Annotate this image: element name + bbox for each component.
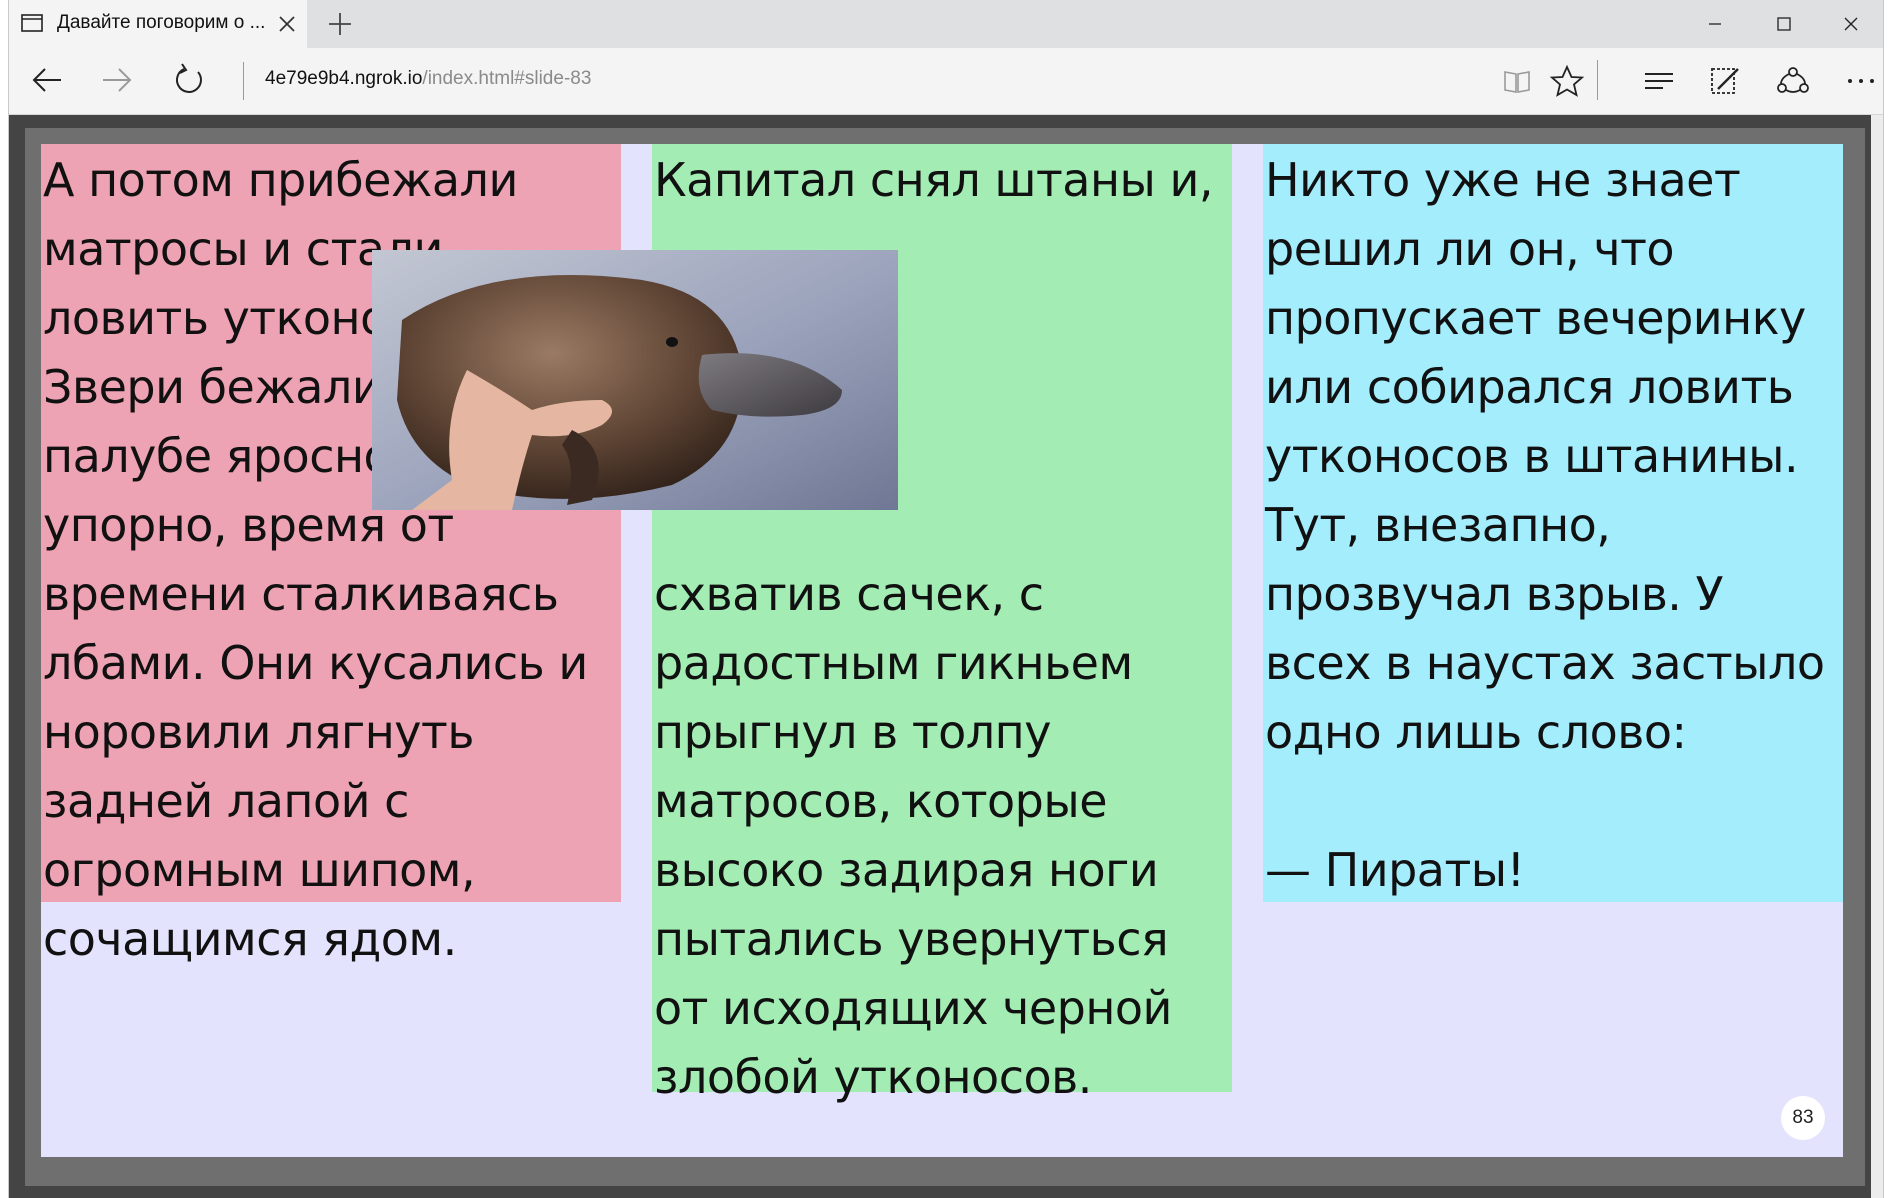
page-icon [21, 14, 43, 32]
close-tab-icon[interactable] [275, 12, 299, 36]
reading-view-icon[interactable] [1497, 62, 1537, 100]
slide-number: 83 [1781, 1096, 1825, 1140]
hub-icon[interactable] [1639, 62, 1679, 100]
toolbar-divider [1597, 60, 1598, 100]
column-2-top-text: Капитал снял штаны и, [654, 153, 1214, 207]
new-tab-icon[interactable] [327, 11, 353, 37]
favorite-star-icon[interactable] [1547, 62, 1587, 100]
address-field[interactable]: 4e79e9b4.ngrok.io/index.html#slide-83 [265, 68, 591, 90]
slide: А потом прибежали матросы и стали ловить… [41, 144, 1843, 1157]
back-arrow-icon[interactable] [27, 62, 67, 98]
page-viewport: А потом прибежали матросы и стали ловить… [9, 115, 1871, 1198]
platypus-photo [372, 250, 898, 510]
story-column-3: Никто уже не знает решил ли он, что проп… [1263, 144, 1843, 902]
active-tab[interactable]: Давайте поговорим о ... [9, 0, 307, 48]
maximize-icon[interactable] [1750, 0, 1818, 48]
address-toolbar: 4e79e9b4.ngrok.io/index.html#slide-83 [9, 48, 1883, 115]
tab-title: Давайте поговорим о ... [57, 12, 266, 33]
share-icon[interactable] [1773, 62, 1813, 100]
vertical-scrollbar[interactable] [1871, 115, 1883, 1198]
web-note-icon[interactable] [1704, 62, 1744, 100]
column-3-exclamation: — Пираты! [1265, 843, 1525, 897]
forward-arrow-icon[interactable] [97, 62, 137, 98]
address-path: /index.html#slide-83 [422, 68, 592, 89]
minimize-icon[interactable] [1681, 0, 1749, 48]
column-2-bottom-text: схватив сачек, с радостным гикньем прыгн… [654, 567, 1172, 1104]
window-close-icon[interactable] [1817, 0, 1885, 48]
tab-bar: Давайте поговорим о ... [9, 0, 1883, 48]
refresh-icon[interactable] [169, 62, 209, 98]
slide-frame: А потом прибежали матросы и стали ловить… [25, 128, 1865, 1186]
address-divider [243, 62, 244, 100]
address-host: 4e79e9b4.ngrok.io [265, 68, 423, 89]
more-icon[interactable] [1841, 62, 1881, 100]
column-3-text: Никто уже не знает решил ли он, что проп… [1265, 153, 1825, 759]
browser-window: Давайте поговорим о ... 4e79e9b4.ngrok.i… [8, 0, 1884, 1198]
